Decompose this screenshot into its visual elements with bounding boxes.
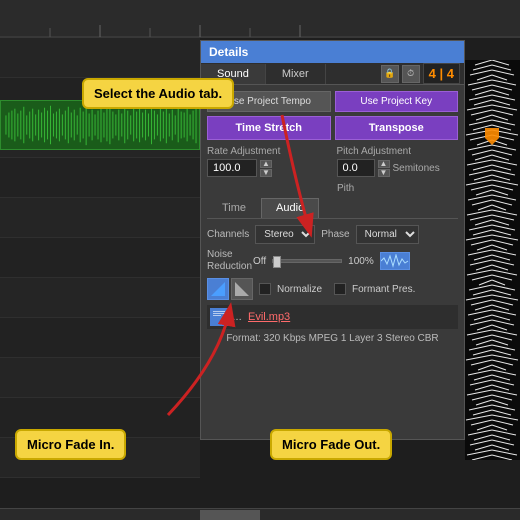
- noise-reduction-row: Noise Reduction Off 100%: [207, 249, 458, 273]
- pitch-value-row: ▲ ▼ Semitones: [337, 159, 459, 177]
- sub-tabs: Time Audio: [207, 198, 458, 219]
- file-icon: [210, 308, 228, 326]
- formant-label: Formant Pres.: [352, 284, 415, 295]
- rate-value-row: ▲ ▼: [207, 159, 329, 177]
- noise-slider-track[interactable]: [272, 259, 342, 263]
- tab-mixer[interactable]: Mixer: [266, 64, 326, 84]
- pitch-value-input[interactable]: [337, 159, 375, 177]
- file-format: Format: 320 Kbps MPEG 1 Layer 3 Stereo C…: [207, 333, 458, 344]
- annotation-micro-fade-out: Micro Fade Out.: [270, 429, 392, 460]
- pitch-up-arrow[interactable]: ▲: [378, 160, 390, 168]
- transpose-button[interactable]: Transpose: [335, 116, 459, 140]
- normalize-checkbox[interactable]: [259, 283, 271, 295]
- controls-row: Normalize Formant Pres.: [207, 278, 458, 300]
- bottom-scrollbar[interactable]: [0, 508, 520, 520]
- pitch-down-arrow[interactable]: ▼: [378, 169, 390, 177]
- rate-down-arrow[interactable]: ▼: [260, 169, 272, 177]
- lock-icon[interactable]: 🔒: [381, 65, 399, 83]
- adjustment-row: Rate Adjustment ▲ ▼ Pitch Adjustment ▲ ▼: [207, 146, 458, 177]
- rate-arrows: ▲ ▼: [260, 160, 272, 177]
- time-signature: 4 | 4: [423, 63, 460, 84]
- channels-label: Channels: [207, 229, 249, 240]
- time-stretch-button[interactable]: Time Stretch: [207, 116, 331, 140]
- right-waveform-panel: [465, 60, 520, 460]
- details-content: Use Project Tempo Use Project Key Time S…: [201, 85, 464, 350]
- scrollbar-thumb[interactable]: [200, 510, 260, 520]
- details-title: Details: [209, 45, 248, 59]
- top-ruler: [0, 0, 520, 38]
- fade-in-button[interactable]: [207, 278, 229, 300]
- stretch-transpose-row: Time Stretch Transpose: [207, 116, 458, 140]
- annotation-micro-fade-in: Micro Fade In.: [15, 429, 126, 460]
- clock-icon[interactable]: ⏱: [402, 65, 420, 83]
- file-name: Evil.mp3: [248, 311, 290, 323]
- top-tabs-row: Sound Mixer 🔒 ⏱ 4 | 4: [201, 63, 464, 85]
- tab-time[interactable]: Time: [207, 198, 261, 218]
- fade-buttons-group: [207, 278, 253, 300]
- tempo-key-row: Use Project Tempo Use Project Key: [207, 91, 458, 112]
- noise-reduction-label: Noise Reduction: [207, 249, 247, 273]
- pitch-adjustment-label: Pitch Adjustment: [337, 146, 459, 157]
- noise-slider-container: [272, 259, 342, 263]
- details-titlebar: Details: [201, 41, 464, 63]
- fade-out-button[interactable]: [231, 278, 253, 300]
- channels-select[interactable]: Stereo: [255, 225, 315, 244]
- normalize-label: Normalize: [277, 284, 322, 295]
- rate-adjustment-group: Rate Adjustment ▲ ▼: [207, 146, 329, 177]
- file-row: … Evil.mp3: [207, 305, 458, 329]
- rate-adjustment-label: Rate Adjustment: [207, 146, 329, 157]
- rate-value-input[interactable]: [207, 159, 257, 177]
- rate-up-arrow[interactable]: ▲: [260, 160, 272, 168]
- pitch-small-label: Pith: [337, 183, 458, 194]
- tab-audio[interactable]: Audio: [261, 198, 319, 218]
- channels-row: Channels Stereo Phase Normal: [207, 225, 458, 244]
- annotation-select-audio-tab: Select the Audio tab.: [82, 78, 234, 109]
- file-path-icon[interactable]: …: [232, 312, 242, 323]
- pitch-adjustment-group: Pitch Adjustment ▲ ▼ Semitones: [337, 146, 459, 177]
- waveform-display-icon: [380, 252, 410, 270]
- noise-off-label: Off: [253, 256, 266, 267]
- use-project-key-button[interactable]: Use Project Key: [335, 91, 459, 112]
- phase-select[interactable]: Normal: [356, 225, 419, 244]
- formant-checkbox[interactable]: [334, 283, 346, 295]
- semitones-label: Semitones: [393, 163, 440, 174]
- pitch-arrows: ▲ ▼: [378, 160, 390, 177]
- details-panel: Details Sound Mixer 🔒 ⏱ 4 | 4 Use Projec…: [200, 40, 465, 440]
- phase-label: Phase: [321, 229, 349, 240]
- noise-pct-label: 100%: [348, 256, 374, 267]
